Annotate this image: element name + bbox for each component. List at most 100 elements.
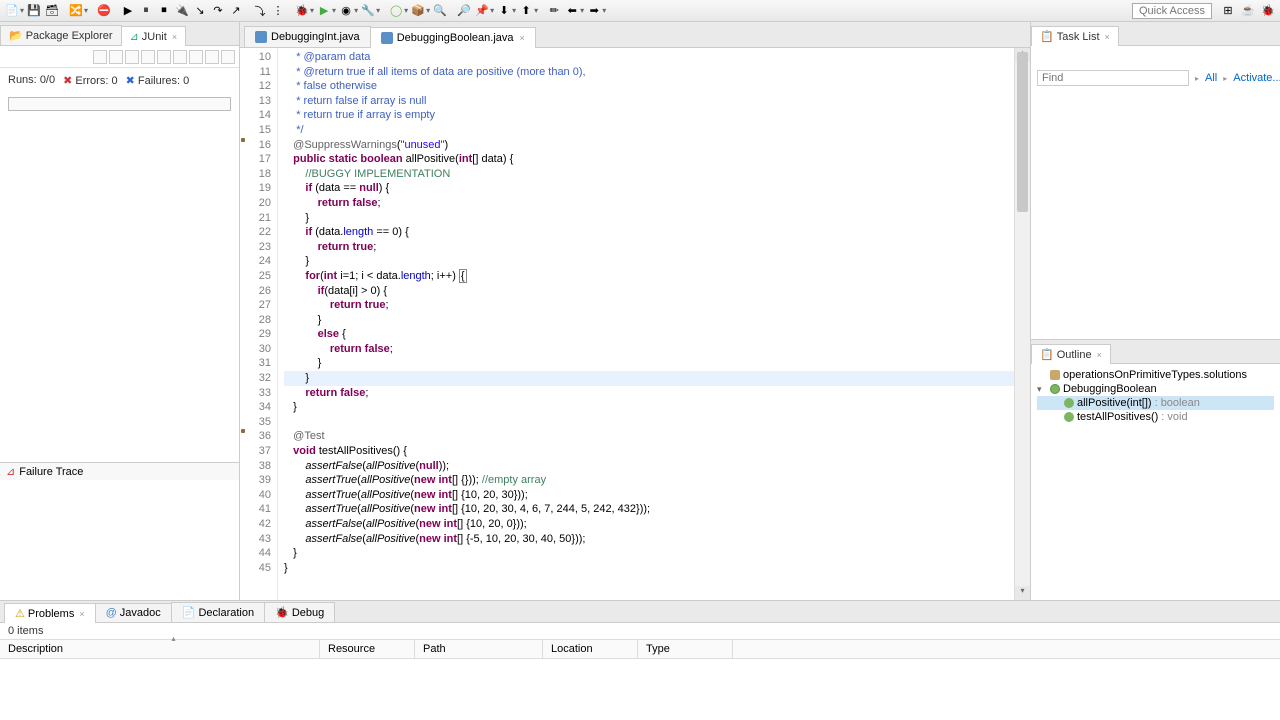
scroll-down-icon[interactable]: ▾ — [1015, 586, 1030, 600]
outline-item[interactable]: testAllPositives() : void — [1037, 410, 1274, 424]
close-icon[interactable]: × — [79, 609, 84, 619]
col-type[interactable]: Type — [638, 640, 733, 658]
tab-junit[interactable]: ⊿JUnit× — [121, 26, 187, 46]
step-filter-icon[interactable]: ⋮ — [270, 3, 286, 19]
failure-trace-panel: ⊿ Failure Trace — [0, 462, 239, 600]
col-description[interactable]: Description▴ — [0, 640, 320, 658]
close-icon[interactable]: × — [1105, 32, 1110, 42]
step-into-icon[interactable]: ↘ — [192, 3, 208, 19]
step-over-icon[interactable]: ↷ — [210, 3, 226, 19]
task-toolbar — [1031, 46, 1280, 68]
skip-bp-icon[interactable]: ⛔ — [96, 3, 112, 19]
run-icon[interactable]: ▶ — [316, 3, 332, 19]
tab-package-explorer[interactable]: 📂Package Explorer — [0, 25, 122, 45]
tab-problems[interactable]: ⚠Problems× — [4, 603, 96, 623]
javadoc-icon: @ — [106, 607, 117, 619]
close-icon[interactable]: × — [172, 32, 177, 42]
resume-icon[interactable]: ▶ — [120, 3, 136, 19]
tab-declaration[interactable]: 📄Declaration — [171, 602, 265, 622]
outline-icon: 📋 — [1040, 348, 1054, 361]
next-fail-icon[interactable] — [93, 50, 107, 64]
failure-trace-title: Failure Trace — [19, 466, 83, 478]
annotation-icon[interactable]: 📌 — [474, 3, 490, 19]
outline-item[interactable]: operationsOnPrimitiveTypes.solutions — [1037, 368, 1274, 382]
activate-link[interactable]: Activate... — [1233, 72, 1280, 84]
scroll-lock-icon[interactable] — [141, 50, 155, 64]
coverage-icon[interactable]: ◉ — [338, 3, 354, 19]
task-icon: 📋 — [1040, 30, 1054, 43]
java-file-icon — [381, 32, 393, 44]
rerun-fail-icon[interactable] — [173, 50, 187, 64]
prev-ann-icon[interactable]: ⬆ — [518, 3, 534, 19]
terminate-icon[interactable]: ⏹ — [156, 3, 172, 19]
tab-outline[interactable]: 📋Outline× — [1031, 344, 1111, 364]
outline-item[interactable]: allPositive(int[]) : boolean — [1037, 396, 1274, 410]
sort-asc-icon: ▴ — [171, 634, 175, 643]
line-gutter[interactable]: 1011121314151617181920212223242526272829… — [240, 48, 278, 600]
outline-view: 📋Outline× operationsOnPrimitiveTypes.sol… — [1031, 340, 1280, 600]
new-pkg-icon[interactable]: 📦 — [410, 3, 426, 19]
all-link[interactable]: All — [1205, 72, 1217, 84]
show-fail-icon[interactable] — [125, 50, 139, 64]
debug-icon[interactable]: 🐞 — [294, 3, 310, 19]
search-icon[interactable]: 🔎 — [456, 3, 472, 19]
editor-tab-debuggingint[interactable]: DebuggingInt.java — [244, 26, 371, 47]
col-location[interactable]: Location — [543, 640, 638, 658]
right-panel: 📋Task List× ▸ All ▸ Activate... ? — [1030, 22, 1280, 600]
disconnect-icon[interactable]: 🔌 — [174, 3, 190, 19]
step-return-icon[interactable]: ↗ — [228, 3, 244, 19]
close-icon[interactable]: × — [520, 33, 525, 43]
task-list-view: 📋Task List× ▸ All ▸ Activate... ? — [1031, 22, 1280, 340]
tab-task-list[interactable]: 📋Task List× — [1031, 26, 1119, 46]
col-path[interactable]: Path — [415, 640, 543, 658]
caret-icon[interactable]: ▸ — [1195, 74, 1199, 83]
history-icon[interactable] — [205, 50, 219, 64]
fwd-icon[interactable]: ➡ — [586, 3, 602, 19]
junit-progress-bar — [8, 97, 231, 111]
bottom-panel: ⚠Problems× @Javadoc 📄Declaration 🐞Debug … — [0, 600, 1280, 720]
ext-tools-icon[interactable]: 🔧 — [360, 3, 376, 19]
last-edit-icon[interactable]: ✏ — [546, 3, 562, 19]
scrollbar-thumb[interactable] — [1017, 52, 1028, 212]
main-toolbar: 📄▾ 💾 🗃 🔀▾ ⛔ ▶ ⏸ ⏹ 🔌 ↘ ↷ ↗ ⤵ ⋮ 🐞▾ ▶▾ ◉▾ 🔧… — [0, 0, 1280, 22]
debug-perspective-icon[interactable]: 🐞 — [1260, 3, 1276, 19]
outline-item[interactable]: ▾DebuggingBoolean — [1037, 382, 1274, 396]
java-file-icon — [255, 31, 267, 43]
next-ann-icon[interactable]: ⬇ — [496, 3, 512, 19]
quick-access[interactable]: Quick Access — [1132, 3, 1212, 19]
col-resource[interactable]: Resource — [320, 640, 415, 658]
problems-icon: ⚠ — [15, 607, 25, 620]
tab-javadoc[interactable]: @Javadoc — [95, 603, 172, 622]
menu-icon[interactable] — [221, 50, 235, 64]
save-all-icon[interactable]: 🗃 — [44, 3, 60, 19]
java-perspective-icon[interactable]: ☕ — [1240, 3, 1256, 19]
tab-debug[interactable]: 🐞Debug — [264, 602, 335, 622]
prev-fail-icon[interactable] — [109, 50, 123, 64]
editor-area: DebuggingInt.java DebuggingBoolean.java×… — [240, 22, 1030, 600]
junit-toolbar — [0, 46, 239, 68]
failure-icon: ✖ — [126, 75, 135, 87]
new-class-icon[interactable]: ◯ — [388, 3, 404, 19]
rerun-icon[interactable] — [157, 50, 171, 64]
declaration-icon: 📄 — [182, 606, 196, 619]
items-count: 0 items — [0, 623, 1280, 639]
package-icon: 📂 — [9, 29, 23, 42]
back-icon[interactable]: ⬅ — [564, 3, 580, 19]
suspend-icon[interactable]: ⏸ — [138, 3, 154, 19]
close-icon[interactable]: × — [1097, 350, 1102, 360]
stop-icon[interactable] — [189, 50, 203, 64]
save-icon[interactable]: 💾 — [26, 3, 42, 19]
debug-icon: 🐞 — [275, 606, 289, 619]
new-icon[interactable]: 📄 — [4, 3, 20, 19]
left-panel: 📂Package Explorer ⊿JUnit× Runs: 0/0 ✖ Er… — [0, 22, 240, 600]
open-type-icon[interactable]: 🔍 — [432, 3, 448, 19]
code-editor[interactable]: * @param data * @return true if all item… — [278, 48, 1014, 600]
problems-table[interactable]: Description▴ Resource Path Location Type — [0, 639, 1280, 720]
drop-frame-icon[interactable]: ⤵ — [252, 3, 268, 19]
open-perspective-icon[interactable]: ⊞ — [1220, 3, 1236, 19]
vertical-scrollbar[interactable]: ▴ ▾ — [1014, 48, 1030, 600]
find-input[interactable] — [1037, 70, 1189, 86]
caret-icon[interactable]: ▸ — [1223, 74, 1227, 83]
editor-tab-debuggingboolean[interactable]: DebuggingBoolean.java× — [370, 27, 536, 48]
switch-icon[interactable]: 🔀 — [68, 3, 84, 19]
